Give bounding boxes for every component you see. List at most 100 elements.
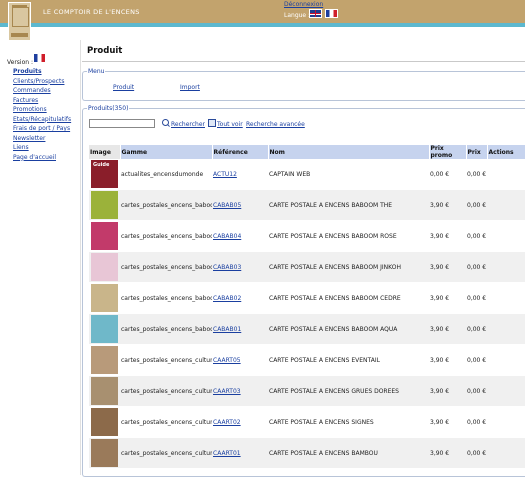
reference-link[interactable]: CAART03 [213, 388, 241, 395]
product-thumbnail[interactable] [91, 408, 118, 436]
table-row: cartes_postales_encens_baboom CABAB02 CART… [89, 282, 525, 314]
sidebar-item-clients-prospects[interactable]: Clients/Prospects [13, 78, 64, 85]
sidebar-item-etats-recapitulatifs[interactable]: Etats/Récapitulatifs [13, 116, 71, 123]
sidebar-item-factures[interactable]: Factures [13, 97, 38, 104]
column-header-nom[interactable]: Nom [268, 145, 430, 159]
table-row: cartes_postales_encens_culture CAART05 CAR… [89, 344, 525, 376]
reference-cell: CABAB04 [212, 220, 268, 252]
column-header-prix[interactable]: Prix [466, 145, 488, 159]
nom-cell: CARTE POSTALE A ENCENS BABOOM ROSE [268, 220, 429, 252]
reference-cell: CAART02 [212, 406, 268, 438]
prix-promo-cell: 0,00 € [429, 159, 466, 190]
gamme-cell: cartes_postales_encens_baboom [120, 189, 212, 221]
sidebar-item-frais-de-port[interactable]: Frais de port / Pays [13, 125, 70, 132]
nom-cell: CARTE POSTALE A ENCENS GRUES DOREES [268, 375, 429, 407]
version-label: Version : [7, 59, 33, 66]
sidebar-nav: Produits Clients/Prospects Commandes Fac… [13, 67, 71, 162]
view-all-icon[interactable] [208, 119, 216, 127]
reference-link[interactable]: ACTU12 [213, 171, 237, 178]
sidebar-item-commandes[interactable]: Commandes [13, 87, 51, 94]
product-thumbnail-cell: Guide [89, 159, 120, 190]
product-thumbnail[interactable] [91, 377, 118, 405]
prix-cell: 0,00 € [466, 406, 487, 438]
reference-link[interactable]: CAART01 [213, 450, 241, 457]
french-flag-icon[interactable] [325, 9, 338, 18]
gamme-cell: cartes_postales_encens_baboom [120, 282, 212, 314]
main-divider [80, 40, 81, 475]
product-thumbnail[interactable]: Guide [91, 160, 118, 188]
reference-cell: ACTU12 [212, 159, 268, 190]
prix-promo-cell: 3,90 € [429, 313, 466, 345]
prix-promo-cell: 3,90 € [429, 220, 466, 252]
table-row: Guide actualites_encensdumonde ACTU12 CAPTA… [89, 159, 525, 190]
product-thumbnail[interactable] [91, 315, 118, 343]
advanced-search-link[interactable]: Recherche avancée [246, 121, 305, 128]
menu-fieldset: Menu Produit Import [82, 68, 525, 101]
actions-cell [487, 251, 525, 283]
column-header-prix-promo[interactable]: Prix promo [429, 145, 467, 159]
reference-cell: CAART03 [212, 375, 268, 407]
reference-link[interactable]: CABAB02 [213, 295, 241, 302]
prix-promo-cell: 3,90 € [429, 251, 466, 283]
logo-base-shape [11, 33, 28, 37]
gamme-cell: actualites_encensdumonde [120, 159, 212, 190]
product-thumbnail[interactable] [91, 439, 118, 467]
table-row: cartes_postales_encens_culture CAART03 CAR… [89, 375, 525, 407]
gamme-cell: cartes_postales_encens_culture [120, 406, 212, 438]
actions-cell [487, 159, 525, 190]
search-button[interactable]: Rechercher [171, 121, 205, 128]
actions-cell [487, 313, 525, 345]
search-icon[interactable] [162, 119, 169, 126]
menu-import-link[interactable]: Import [180, 84, 200, 91]
version-french-flag-icon[interactable] [34, 54, 45, 62]
reference-link[interactable]: CAART02 [213, 419, 241, 426]
logo-frame-shape [12, 7, 29, 27]
nom-cell: CARTE POSTALE A ENCENS BABOOM CEDRE [268, 282, 429, 314]
nom-cell: CARTE POSTALE A ENCENS SIGNES [268, 406, 429, 438]
product-thumbnail-cell [89, 282, 120, 314]
menu-legend: Menu [87, 68, 106, 75]
column-header-reference[interactable]: Référence [212, 145, 269, 159]
product-thumbnail[interactable] [91, 284, 118, 312]
reference-link[interactable]: CABAB01 [213, 326, 241, 333]
reference-cell: CAART01 [212, 437, 268, 469]
product-thumbnail[interactable] [91, 222, 118, 250]
prix-cell: 0,00 € [466, 220, 487, 252]
product-thumbnail[interactable] [91, 191, 118, 219]
reference-link[interactable]: CABAB04 [213, 233, 241, 240]
menu-produit-link[interactable]: Produit [113, 84, 134, 91]
reference-cell: CABAB01 [212, 313, 268, 345]
language-label: Langue : [284, 12, 311, 19]
product-thumbnail[interactable] [91, 253, 118, 281]
sidebar-item-produits[interactable]: Produits [13, 68, 42, 75]
title-rule [82, 61, 525, 62]
search-input[interactable] [89, 119, 155, 128]
reference-link[interactable]: CAART05 [213, 357, 241, 364]
actions-cell [487, 406, 525, 438]
reference-link[interactable]: CABAB05 [213, 202, 241, 209]
products-table: Image Gamme Référence Nom Prix promo Pri… [89, 145, 525, 469]
uk-flag-icon[interactable] [309, 9, 322, 18]
sidebar-item-liens[interactable]: Liens [13, 144, 29, 151]
logout-link[interactable]: Déconnexion [284, 1, 323, 8]
prix-promo-cell: 3,90 € [429, 437, 466, 469]
site-logo[interactable] [8, 2, 31, 41]
view-all-link[interactable]: Tout voir [217, 121, 243, 128]
product-thumbnail[interactable] [91, 346, 118, 374]
prix-cell: 0,00 € [466, 159, 487, 190]
product-thumbnail-cell [89, 251, 120, 283]
sidebar-item-page-accueil[interactable]: Page d'accueil [13, 154, 56, 161]
actions-cell [487, 344, 525, 376]
sidebar-item-newsletter[interactable]: Newsletter [13, 135, 45, 142]
column-header-gamme[interactable]: Gamme [120, 145, 213, 159]
reference-link[interactable]: CABAB03 [213, 264, 241, 271]
product-thumbnail-cell [89, 406, 120, 438]
sidebar-item-promotions[interactable]: Promotions [13, 106, 47, 113]
prix-cell: 0,00 € [466, 282, 487, 314]
prix-promo-cell: 3,90 € [429, 282, 466, 314]
products-table-body: Guide actualites_encensdumonde ACTU12 CAPTA… [89, 159, 525, 469]
prix-cell: 0,00 € [466, 344, 487, 376]
products-fieldset: Produits(350) Rechercher Tout voir Reche… [82, 105, 525, 477]
reference-cell: CABAB02 [212, 282, 268, 314]
prix-cell: 0,00 € [466, 313, 487, 345]
